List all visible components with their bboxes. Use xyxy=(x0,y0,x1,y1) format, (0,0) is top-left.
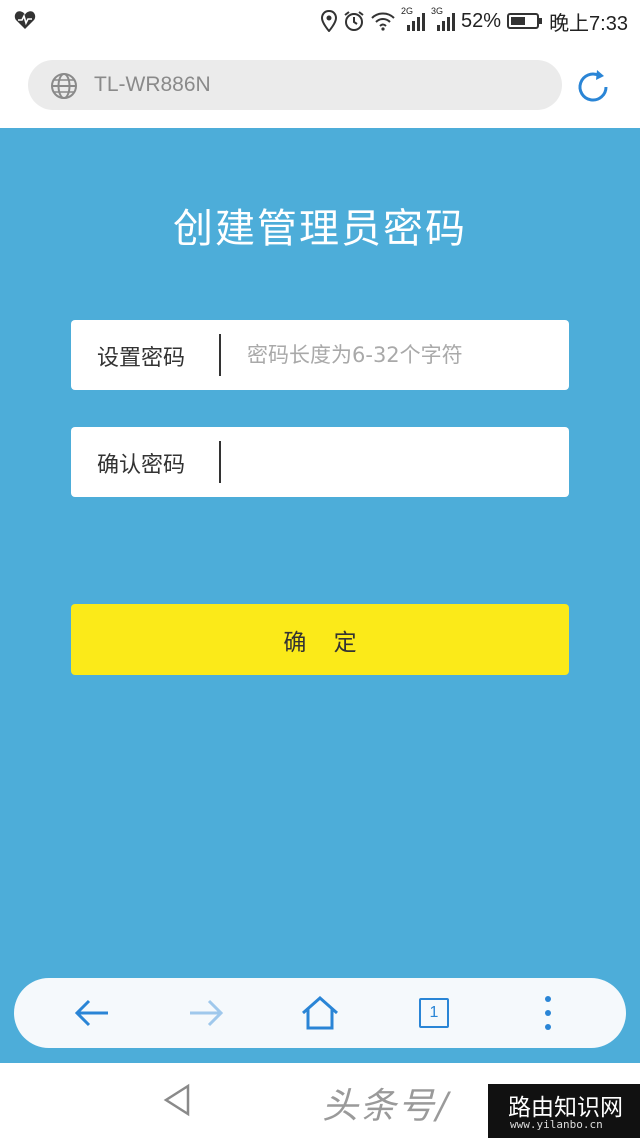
nav-back-icon[interactable] xyxy=(160,1083,194,1121)
text-cursor xyxy=(219,334,221,376)
page-title: 创建管理员密码 xyxy=(173,206,467,252)
network-3g-label: 3G xyxy=(431,6,444,16)
badge-title: 路由知识网 xyxy=(508,1095,623,1121)
home-icon[interactable] xyxy=(300,993,340,1033)
confirm-password-field: 确认密码 xyxy=(71,427,569,497)
watermark-text: 头条号/ xyxy=(322,1086,451,1127)
set-password-field: 设置密码 xyxy=(71,320,569,390)
confirm-button[interactable]: 确 定 xyxy=(71,604,569,675)
network-2g-label: 2G xyxy=(401,6,414,16)
signal-icon: 3G xyxy=(431,6,456,32)
url-field[interactable]: TL-WR886N xyxy=(28,60,562,110)
url-text: TL-WR886N xyxy=(94,73,211,96)
set-password-label: 设置密码 xyxy=(97,346,186,371)
location-icon xyxy=(321,10,338,32)
browser-toolbar: 1 xyxy=(14,978,626,1048)
set-password-input[interactable] xyxy=(231,330,567,380)
more-vertical-icon[interactable] xyxy=(528,993,568,1033)
text-cursor xyxy=(219,441,221,483)
battery-percent: 52% xyxy=(461,9,502,32)
address-bar: TL-WR886N xyxy=(0,42,640,128)
refresh-icon[interactable] xyxy=(573,67,613,107)
wifi-icon xyxy=(371,11,395,31)
health-icon xyxy=(14,10,36,35)
signal-icon: 2G xyxy=(401,6,426,32)
back-arrow-icon[interactable] xyxy=(72,993,112,1033)
site-badge: 路由知识网 www.yilanbo.cn xyxy=(488,1084,640,1138)
forward-arrow-icon[interactable] xyxy=(186,993,226,1033)
confirm-password-input[interactable] xyxy=(231,437,567,487)
clock: 晚上7:33 xyxy=(549,12,628,35)
badge-site: www.yilanbo.cn xyxy=(510,1118,603,1131)
tabs-icon[interactable]: 1 xyxy=(414,993,454,1033)
alarm-icon xyxy=(343,10,365,32)
tab-count: 1 xyxy=(419,998,449,1028)
status-bar: 2G 3G 52% 晚上7:33 xyxy=(0,0,640,42)
confirm-password-label: 确认密码 xyxy=(97,453,186,478)
battery-icon xyxy=(507,12,543,30)
globe-icon xyxy=(50,72,78,104)
